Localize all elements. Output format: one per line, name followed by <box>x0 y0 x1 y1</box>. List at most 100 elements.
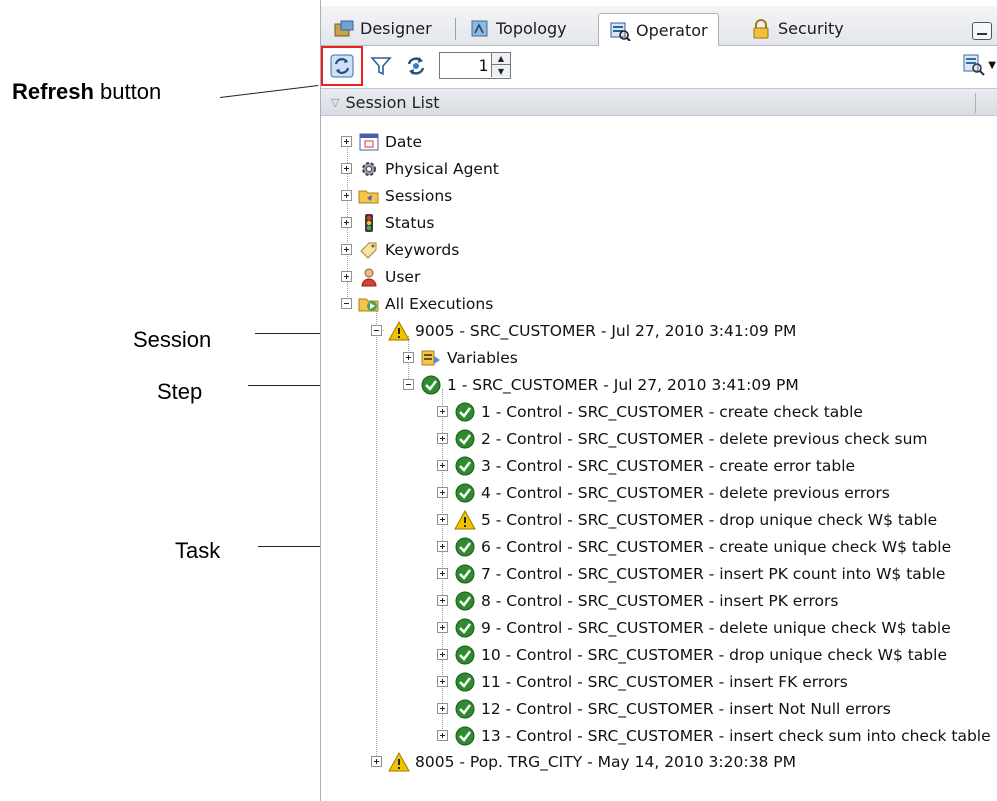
task-label: 9 - Control - SRC_CUSTOMER - delete uniq… <box>481 618 951 637</box>
folder-icon <box>358 186 380 206</box>
variables-label: Variables <box>447 348 518 367</box>
expand-toggle[interactable] <box>437 460 448 471</box>
tree-node-task[interactable]: 13 - Control - SRC_CUSTOMER - insert che… <box>437 722 991 749</box>
warning-icon <box>388 751 410 772</box>
expand-toggle[interactable] <box>437 703 448 714</box>
expand-toggle[interactable] <box>403 352 414 363</box>
search-icon <box>963 54 986 76</box>
expand-toggle[interactable] <box>437 433 448 444</box>
expand-toggle[interactable] <box>341 190 352 201</box>
filter-icon <box>370 57 392 76</box>
tab-operator[interactable]: Operator <box>598 13 719 47</box>
tab-separator <box>455 18 456 40</box>
expand-toggle[interactable] <box>437 541 448 552</box>
tree-node-task[interactable]: 5 - Control - SRC_CUSTOMER - drop unique… <box>437 506 937 533</box>
expand-toggle[interactable] <box>341 244 352 255</box>
tree-label: Sessions <box>385 186 453 205</box>
expand-toggle[interactable] <box>341 163 352 174</box>
variables-icon <box>420 348 442 368</box>
tree-label: User <box>385 267 421 286</box>
expand-toggle[interactable] <box>437 406 448 417</box>
success-icon <box>454 726 476 746</box>
tree-node-task[interactable]: 1 - Control - SRC_CUSTOMER - create chec… <box>437 398 863 425</box>
tree-node-variables[interactable]: Variables <box>403 344 518 371</box>
tree-node-task[interactable]: 12 - Control - SRC_CUSTOMER - insert Not… <box>437 695 891 722</box>
expand-toggle[interactable] <box>341 136 352 147</box>
tree-label: Physical Agent <box>385 159 499 178</box>
tree-node-user[interactable]: User <box>341 263 420 290</box>
tree-node-task[interactable]: 9 - Control - SRC_CUSTOMER - delete uniq… <box>437 614 951 641</box>
minimize-button[interactable] <box>972 22 992 40</box>
calendar-icon <box>358 132 380 152</box>
operator-icon <box>609 21 631 42</box>
tree-node-task[interactable]: 3 - Control - SRC_CUSTOMER - create erro… <box>437 452 855 479</box>
tree-node-task[interactable]: 6 - Control - SRC_CUSTOMER - create uniq… <box>437 533 951 560</box>
tab-topology[interactable]: Topology <box>459 12 577 45</box>
tree-node-all-executions[interactable]: All Executions <box>341 290 493 317</box>
tree-node-physical-agent[interactable]: Physical Agent <box>341 155 499 182</box>
tree-node-task[interactable]: 11 - Control - SRC_CUSTOMER - insert FK … <box>437 668 848 695</box>
session-label: 9005 - SRC_CUSTOMER - Jul 27, 2010 3:41:… <box>415 321 797 340</box>
success-icon <box>454 429 476 449</box>
tree-node-step[interactable]: 1 - SRC_CUSTOMER - Jul 27, 2010 3:41:09 … <box>403 371 799 398</box>
task-label: 6 - Control - SRC_CUSTOMER - create uniq… <box>481 537 952 556</box>
success-icon <box>454 456 476 476</box>
task-label: 2 - Control - SRC_CUSTOMER - delete prev… <box>481 429 928 448</box>
traffic-light-icon <box>358 213 380 233</box>
tab-security[interactable]: Security <box>741 12 854 45</box>
expand-toggle[interactable] <box>437 514 448 525</box>
collapse-toggle[interactable] <box>341 298 352 309</box>
tree-node-task[interactable]: 10 - Control - SRC_CUSTOMER - drop uniqu… <box>437 641 947 668</box>
tab-designer-label: Designer <box>360 19 432 38</box>
tree-node-other-session[interactable]: 8005 - Pop. TRG_CITY - May 14, 2010 3:20… <box>371 748 796 775</box>
task-label: 12 - Control - SRC_CUSTOMER - insert Not… <box>481 699 891 718</box>
refresh-interval-spinner[interactable]: 1 ▲ ▼ <box>439 52 511 79</box>
spinner-up-button[interactable]: ▲ <box>491 53 510 65</box>
auto-refresh-button[interactable] <box>401 52 431 80</box>
refresh-button[interactable] <box>327 52 357 80</box>
expand-toggle[interactable] <box>437 487 448 498</box>
warning-icon <box>454 509 476 530</box>
session-list-header[interactable]: ▽ Session List <box>321 88 997 116</box>
task-label: 1 - Control - SRC_CUSTOMER - create chec… <box>481 402 863 421</box>
refresh-icon <box>330 54 354 78</box>
expand-toggle[interactable] <box>437 568 448 579</box>
expand-toggle[interactable] <box>341 217 352 228</box>
collapse-toggle[interactable] <box>403 379 414 390</box>
success-icon <box>454 618 476 638</box>
success-icon <box>454 483 476 503</box>
tree-node-task[interactable]: 8 - Control - SRC_CUSTOMER - insert PK e… <box>437 587 838 614</box>
tree-node-session[interactable]: 9005 - SRC_CUSTOMER - Jul 27, 2010 3:41:… <box>371 317 796 344</box>
executions-icon <box>358 294 380 314</box>
task-label: 5 - Control - SRC_CUSTOMER - drop unique… <box>481 510 938 529</box>
tab-topology-label: Topology <box>496 19 567 38</box>
tree-node-status[interactable]: Status <box>341 209 434 236</box>
filter-button[interactable] <box>366 52 396 80</box>
tab-designer[interactable]: Designer <box>323 12 442 45</box>
chevron-down-icon: ▼ <box>988 59 996 71</box>
spinner-down-button[interactable]: ▼ <box>491 65 510 77</box>
expand-toggle[interactable] <box>437 730 448 741</box>
expand-toggle[interactable] <box>437 622 448 633</box>
tree-node-sessions[interactable]: Sessions <box>341 182 452 209</box>
navigator-tabs: Designer Topology Operator Security <box>321 6 997 47</box>
task-label: 10 - Control - SRC_CUSTOMER - drop uniqu… <box>481 645 947 664</box>
tree-node-keywords[interactable]: Keywords <box>341 236 459 263</box>
tree-guide-executions <box>376 310 377 756</box>
session-callout: Session <box>133 327 212 352</box>
tag-icon <box>358 240 380 260</box>
success-icon <box>454 672 476 692</box>
tree-label: Keywords <box>385 240 460 259</box>
tree-node-task[interactable]: 7 - Control - SRC_CUSTOMER - insert PK c… <box>437 560 945 587</box>
expand-toggle[interactable] <box>437 595 448 606</box>
collapse-toggle[interactable] <box>371 325 382 336</box>
tree-node-task[interactable]: 4 - Control - SRC_CUSTOMER - delete prev… <box>437 479 890 506</box>
expand-toggle[interactable] <box>437 676 448 687</box>
expand-toggle[interactable] <box>437 649 448 660</box>
search-menu-button[interactable]: ▼ <box>963 54 996 76</box>
expand-toggle[interactable] <box>341 271 352 282</box>
expand-toggle[interactable] <box>371 756 382 767</box>
tree-node-date[interactable]: Date <box>341 128 422 155</box>
operator-panel: Designer Topology Operator Security 1 ▲ … <box>320 0 997 801</box>
tree-node-task[interactable]: 2 - Control - SRC_CUSTOMER - delete prev… <box>437 425 928 452</box>
